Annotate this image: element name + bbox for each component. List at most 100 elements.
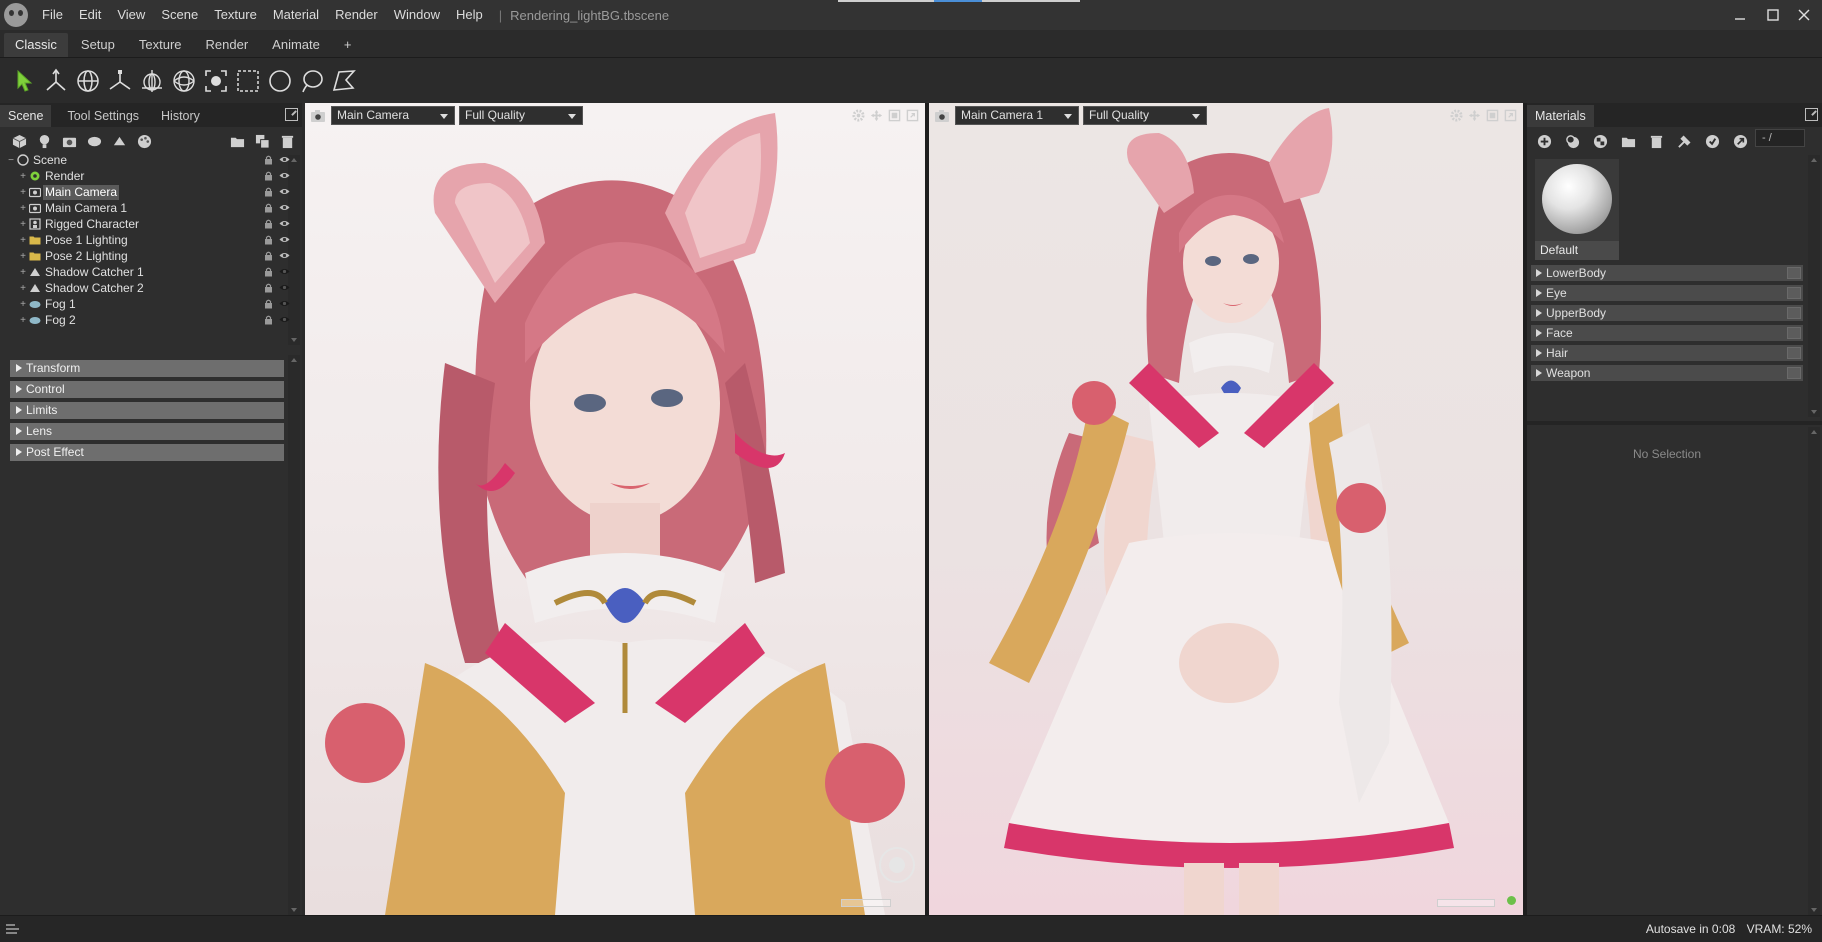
expand-toggle[interactable]: + <box>18 219 28 230</box>
menu-texture[interactable]: Texture <box>206 0 265 30</box>
lock-icon[interactable] <box>263 282 274 293</box>
visibility-eye-icon[interactable] <box>279 202 290 213</box>
expand-toggle[interactable]: + <box>18 299 28 310</box>
viewport-settings-button[interactable] <box>851 108 865 122</box>
tab-history[interactable]: History <box>153 105 208 127</box>
combined-widget-button[interactable] <box>136 65 168 97</box>
visibility-eye-icon[interactable] <box>279 170 290 181</box>
lock-icon[interactable] <box>263 266 274 277</box>
tree-item[interactable]: + Shadow Catcher 2 <box>6 280 292 296</box>
tab-scene[interactable]: Scene <box>0 105 52 127</box>
lock-icon[interactable] <box>263 250 274 261</box>
rotate-tool-button[interactable] <box>72 65 104 97</box>
viewport-camera-icon[interactable] <box>309 108 327 124</box>
viewport-settings-button[interactable] <box>1449 108 1463 122</box>
scale-tool-button[interactable] <box>104 65 136 97</box>
material-group-hair[interactable]: Hair <box>1531 345 1803 361</box>
add-tab-button[interactable]: + <box>333 33 363 57</box>
menu-help[interactable]: Help <box>448 0 491 30</box>
tree-item[interactable]: + Pose 1 Lighting <box>6 232 292 248</box>
visibility-eye-icon[interactable] <box>279 154 290 165</box>
add-fog-button[interactable] <box>85 132 103 150</box>
viewport-main-camera[interactable]: Main Camera Full Quality <box>305 103 925 915</box>
materials-splitter[interactable] <box>1527 421 1822 425</box>
move-tool-button[interactable] <box>40 65 72 97</box>
add-object-button[interactable] <box>10 132 28 150</box>
visibility-eye-icon[interactable] <box>279 298 290 309</box>
expand-toggle[interactable]: + <box>18 283 28 294</box>
focus-tool-button[interactable] <box>200 65 232 97</box>
undock-icon[interactable] <box>285 108 298 121</box>
lock-icon[interactable] <box>263 298 274 309</box>
lasso-select-button[interactable] <box>296 65 328 97</box>
menu-edit[interactable]: Edit <box>71 0 109 30</box>
properties-scrollbar[interactable] <box>288 355 300 915</box>
tree-item[interactable]: + Main Camera <box>6 184 292 200</box>
menu-view[interactable]: View <box>109 0 153 30</box>
quality-select[interactable]: Full Quality <box>459 106 583 125</box>
visibility-eye-icon[interactable] <box>279 186 290 197</box>
export-material-button[interactable] <box>1731 132 1749 150</box>
delete-material-button[interactable] <box>1647 132 1665 150</box>
select-tool-button[interactable] <box>8 65 40 97</box>
poly-select-button[interactable] <box>328 65 360 97</box>
lock-icon[interactable] <box>263 154 274 165</box>
material-group-upperbody[interactable]: UpperBody <box>1531 305 1803 321</box>
tab-setup[interactable]: Setup <box>70 33 126 57</box>
camera-select[interactable]: Main Camera <box>331 106 455 125</box>
material-thumbnail-default[interactable]: Default <box>1535 159 1619 260</box>
expand-toggle[interactable]: + <box>18 187 28 198</box>
pick-material-button[interactable] <box>1675 132 1693 150</box>
new-folder-button[interactable] <box>228 132 246 150</box>
tree-item[interactable]: + Pose 2 Lighting <box>6 248 292 264</box>
section-post-effect[interactable]: Post Effect <box>10 444 284 461</box>
circle-select-button[interactable] <box>264 65 296 97</box>
lock-icon[interactable] <box>263 202 274 213</box>
lock-icon[interactable] <box>263 186 274 197</box>
add-shadow-catcher-button[interactable] <box>110 132 128 150</box>
tree-item[interactable]: + Rigged Character <box>6 216 292 232</box>
checker-material-button[interactable] <box>1591 132 1609 150</box>
expand-toggle[interactable]: + <box>18 235 28 246</box>
delete-button[interactable] <box>278 132 296 150</box>
quality-select[interactable]: Full Quality <box>1083 106 1207 125</box>
undock-icon[interactable] <box>1805 108 1818 121</box>
viewport-camera-icon[interactable] <box>933 108 951 124</box>
add-light-button[interactable] <box>35 132 53 150</box>
add-material-button[interactable] <box>135 132 153 150</box>
section-transform[interactable]: Transform <box>10 360 284 377</box>
apply-material-button[interactable] <box>1703 132 1721 150</box>
section-limits[interactable]: Limits <box>10 402 284 419</box>
minimize-button[interactable] <box>1722 0 1758 30</box>
tree-item[interactable]: + Main Camera 1 <box>6 200 292 216</box>
materials-scrollbar[interactable] <box>1808 155 1820 417</box>
expand-toggle[interactable]: + <box>18 251 28 262</box>
menu-file[interactable]: File <box>34 0 71 30</box>
material-group-weapon[interactable]: Weapon <box>1531 365 1803 381</box>
menu-material[interactable]: Material <box>265 0 327 30</box>
tree-item[interactable]: + Fog 2 <box>6 312 292 328</box>
add-camera-button[interactable] <box>60 132 78 150</box>
menu-scene[interactable]: Scene <box>153 0 206 30</box>
viewport-pan-button[interactable] <box>1467 108 1481 122</box>
material-group-eye[interactable]: Eye <box>1531 285 1803 301</box>
duplicate-material-button[interactable] <box>1563 132 1581 150</box>
menu-window[interactable]: Window <box>386 0 448 30</box>
expand-toggle[interactable]: + <box>18 203 28 214</box>
new-material-button[interactable] <box>1535 132 1553 150</box>
tab-classic[interactable]: Classic <box>4 33 68 57</box>
tab-texture[interactable]: Texture <box>128 33 193 57</box>
duplicate-button[interactable] <box>253 132 271 150</box>
section-control[interactable]: Control <box>10 381 284 398</box>
tab-render[interactable]: Render <box>195 33 260 57</box>
tab-materials[interactable]: Materials <box>1527 105 1594 127</box>
material-folder-button[interactable] <box>1619 132 1637 150</box>
close-button[interactable] <box>1786 0 1822 30</box>
transform-widget-button[interactable] <box>168 65 200 97</box>
material-group-face[interactable]: Face <box>1531 325 1803 341</box>
viewport-pan-button[interactable] <box>869 108 883 122</box>
camera-select[interactable]: Main Camera 1 <box>955 106 1079 125</box>
rect-select-button[interactable] <box>232 65 264 97</box>
tree-item[interactable]: + Fog 1 <box>6 296 292 312</box>
visibility-eye-icon[interactable] <box>279 266 290 277</box>
